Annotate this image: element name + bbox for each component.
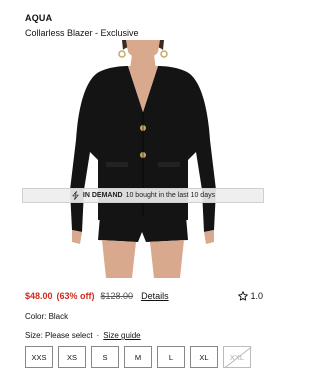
- discount-percent: (63% off): [56, 291, 95, 301]
- size-option-xs[interactable]: XS: [58, 346, 86, 368]
- product-header: AQUA Collarless Blazer - Exclusive: [25, 12, 255, 40]
- brand-name[interactable]: AQUA: [25, 12, 255, 24]
- sale-price: $48.00: [25, 291, 53, 301]
- in-demand-label: IN DEMAND: [82, 192, 123, 199]
- rating-value: 1.0: [250, 291, 263, 301]
- product-title: Collarless Blazer - Exclusive: [25, 28, 139, 38]
- product-image[interactable]: [18, 40, 267, 278]
- price-row: $48.00 (63% off) $128.00 Details 1.0: [25, 289, 263, 303]
- in-demand-badge: IN DEMAND 10 bought in the last 10 days: [22, 188, 264, 203]
- size-prompt: Size: Please select: [25, 331, 93, 340]
- lightning-bolt-icon: [72, 191, 79, 200]
- size-option-xxs[interactable]: XXS: [25, 346, 53, 368]
- original-price: $128.00: [100, 291, 134, 301]
- size-option-m[interactable]: M: [124, 346, 152, 368]
- size-option-xxl[interactable]: XXL: [223, 346, 251, 368]
- size-option-s[interactable]: S: [91, 346, 119, 368]
- selected-color: Color: Black: [25, 312, 69, 321]
- rating[interactable]: 1.0: [238, 291, 263, 301]
- size-guide-link[interactable]: Size guide: [103, 331, 140, 340]
- separator: ·: [96, 331, 100, 340]
- star-outline-icon: [238, 291, 249, 301]
- size-selection-row: Size: Please select · Size guide: [25, 330, 141, 342]
- size-option-xl[interactable]: XL: [190, 346, 218, 368]
- size-options: XXS XS S M L XL XXL: [25, 346, 251, 368]
- price-details-link[interactable]: Details: [141, 291, 169, 301]
- in-demand-text: 10 bought in the last 10 days: [125, 192, 216, 199]
- size-option-l[interactable]: L: [157, 346, 185, 368]
